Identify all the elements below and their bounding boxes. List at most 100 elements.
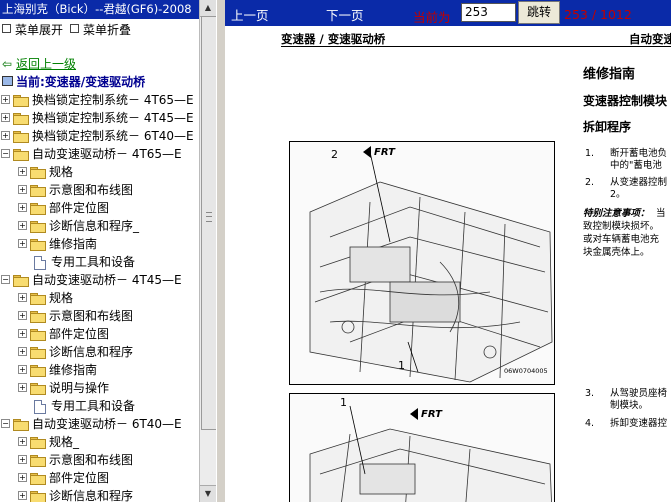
- note-text-2: 致控制模块损坏。: [583, 221, 660, 232]
- expand-node-icon[interactable]: +: [18, 185, 27, 194]
- expand-icon: [2, 24, 11, 33]
- tree-item[interactable]: + 诊断信息和程序: [0, 343, 199, 361]
- figure-tcm-removal: FRT 1: [289, 393, 555, 502]
- expand-node-icon[interactable]: +: [1, 131, 10, 140]
- step2-text: 从变速器控制: [610, 177, 668, 188]
- expand-node-icon[interactable]: +: [18, 167, 27, 176]
- folder-icon: [30, 347, 46, 359]
- tree-item[interactable]: + 维修指南: [0, 361, 199, 379]
- expand-node-icon[interactable]: +: [18, 437, 27, 446]
- tree-item-label: 诊断信息和程序: [49, 489, 134, 502]
- tree-item-label: 示意图和布线图: [49, 309, 134, 323]
- expand-node-icon[interactable]: +: [18, 203, 27, 212]
- tree-item-label: 专用工具和设备: [51, 399, 136, 413]
- tree-item[interactable]: 专用工具和设备: [0, 253, 199, 271]
- expand-node-icon[interactable]: +: [18, 221, 27, 230]
- tree-item[interactable]: + 规格: [0, 289, 199, 307]
- menu-expand-button[interactable]: 菜单展开: [2, 21, 63, 38]
- folder-icon: [30, 329, 46, 341]
- step2-text-2: 2。: [610, 189, 626, 200]
- tree-item-label: 部件定位图: [49, 201, 110, 215]
- next-page-button[interactable]: 下一页: [326, 5, 364, 24]
- folder-icon: [13, 113, 29, 125]
- tree-item[interactable]: + 换档锁定控制系统－ 6T40—E: [0, 127, 199, 145]
- folder-icon: [30, 491, 46, 502]
- page-number-input[interactable]: 253: [461, 3, 516, 22]
- tree-item-label: 示意图和布线图: [49, 183, 134, 197]
- heading-procedure: 拆卸程序: [583, 120, 632, 134]
- back-arrow-icon: ⇦: [2, 57, 13, 71]
- tree-item-label: 部件定位图: [49, 471, 110, 485]
- tree-item-label: 换档锁定控制系统－ 4T65—E: [32, 93, 194, 107]
- jump-button[interactable]: 跳转: [518, 1, 560, 24]
- tree-item[interactable]: + 示意图和布线图: [0, 451, 199, 469]
- expand-node-icon[interactable]: +: [18, 491, 27, 500]
- scroll-thumb[interactable]: [201, 16, 217, 430]
- tree-item-label: 维修指南: [49, 363, 98, 377]
- tree-item[interactable]: + 示意图和布线图: [0, 307, 199, 325]
- collapse-node-icon[interactable]: −: [1, 275, 10, 284]
- tree-item[interactable]: + 规格_: [0, 433, 199, 451]
- current-label: 当前为: [413, 10, 451, 25]
- collapse-node-icon[interactable]: −: [1, 149, 10, 158]
- figure-code: 06W0704005: [504, 367, 548, 375]
- note-text-1: 当: [656, 208, 666, 219]
- folder-icon: [30, 473, 46, 485]
- expand-node-icon[interactable]: +: [18, 347, 27, 356]
- tree-item[interactable]: + 规格: [0, 163, 199, 181]
- expand-node-icon[interactable]: +: [1, 113, 10, 122]
- prev-page-button[interactable]: 上一页: [231, 5, 269, 24]
- tree-item[interactable]: + 换档锁定控制系统－ 4T45—E: [0, 109, 199, 127]
- folder-icon: [30, 167, 46, 179]
- tree-item[interactable]: − 自动变速驱动桥－ 6T40—E: [0, 415, 199, 433]
- page-count: 253 / 1012: [564, 7, 632, 22]
- expand-node-icon[interactable]: +: [18, 239, 27, 248]
- expand-node-icon[interactable]: +: [18, 329, 27, 338]
- expand-node-icon[interactable]: +: [1, 95, 10, 104]
- tree-item[interactable]: + 部件定位图: [0, 325, 199, 343]
- back-link[interactable]: ⇦ 返回上一级: [2, 55, 76, 72]
- folder-icon: [30, 365, 46, 377]
- expand-node-icon[interactable]: +: [18, 311, 27, 320]
- folder-icon: [13, 95, 29, 107]
- scroll-up-icon[interactable]: ▲: [200, 0, 216, 17]
- tree-item[interactable]: + 换档锁定控制系统－ 4T65—E: [0, 91, 199, 109]
- tree-scrollbar[interactable]: ▲ ▼: [199, 0, 217, 502]
- step3-text-2: 制模块。: [610, 400, 649, 411]
- folder-icon: [13, 419, 29, 431]
- tree-item[interactable]: 专用工具和设备: [0, 397, 199, 415]
- folder-icon: [30, 455, 46, 467]
- tree-item[interactable]: − 自动变速驱动桥－ 4T45—E: [0, 271, 199, 289]
- tree-item[interactable]: + 维修指南: [0, 235, 199, 253]
- expand-node-icon[interactable]: +: [18, 365, 27, 374]
- expand-node-icon[interactable]: +: [18, 473, 27, 482]
- tree-item[interactable]: + 诊断信息和程序: [0, 487, 199, 502]
- tree-item[interactable]: − 自动变速驱动桥－ 4T65—E: [0, 145, 199, 163]
- expand-node-icon[interactable]: +: [18, 383, 27, 392]
- expand-node-icon[interactable]: +: [18, 455, 27, 464]
- scroll-down-icon[interactable]: ▼: [200, 485, 216, 502]
- tree-item[interactable]: + 说明与操作: [0, 379, 199, 397]
- tree-item-label: 规格: [49, 165, 74, 179]
- note-text-3: 或对车辆蓄电池充: [583, 234, 660, 245]
- note-text-4: 块金属壳体上。: [583, 247, 650, 258]
- figure-tcm-location: FRT 2 1 06W0704005: [289, 141, 555, 385]
- tree-item-label: 诊断信息和程序_: [49, 219, 140, 233]
- tree-item[interactable]: + 诊断信息和程序_: [0, 217, 199, 235]
- doc-header-left: 变速器 / 变速驱动桥: [281, 32, 386, 46]
- tree-item[interactable]: + 部件定位图: [0, 469, 199, 487]
- expand-node-icon[interactable]: +: [18, 293, 27, 302]
- tree-item[interactable]: + 部件定位图: [0, 199, 199, 217]
- folder-icon: [30, 437, 46, 449]
- folder-icon: [13, 275, 29, 287]
- tree-item-label: 自动变速驱动桥－ 4T65—E: [32, 147, 182, 161]
- tree-item-label: 部件定位图: [49, 327, 110, 341]
- current-location: 当前:变速器/变速驱动桥: [2, 73, 145, 90]
- collapse-node-icon[interactable]: −: [1, 419, 10, 428]
- tree-item[interactable]: + 示意图和布线图: [0, 181, 199, 199]
- menu-collapse-button[interactable]: 菜单折叠: [70, 21, 131, 38]
- folder-icon: [30, 203, 46, 215]
- collapse-icon: [70, 24, 79, 33]
- folder-icon: [30, 239, 46, 251]
- frt-label-2: FRT: [421, 409, 442, 420]
